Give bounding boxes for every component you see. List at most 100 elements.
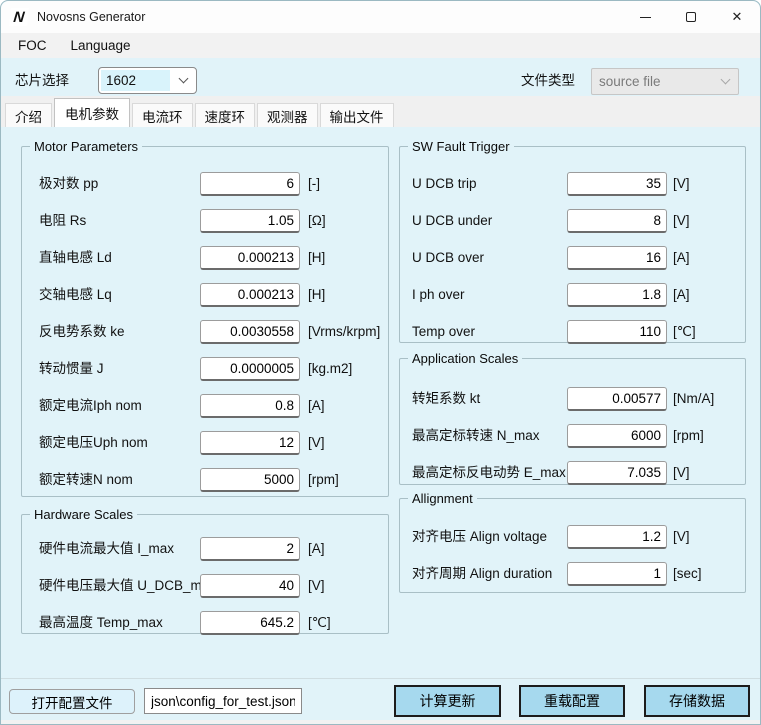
rs-input[interactable] xyxy=(200,209,300,233)
udcb-trip-input[interactable] xyxy=(567,172,667,196)
menubar: FOC Language xyxy=(1,33,760,58)
param-unit: [V] xyxy=(673,461,690,485)
param-label: 极对数 pp xyxy=(39,172,98,196)
param-unit: [Vrms/krpm] xyxy=(308,320,380,344)
param-unit: [Nm/A] xyxy=(673,387,714,411)
close-button[interactable]: ✕ xyxy=(714,1,760,33)
param-unit: [A] xyxy=(673,246,690,270)
temp-max-input[interactable] xyxy=(200,611,300,635)
maximize-button[interactable] xyxy=(668,1,714,33)
open-config-button[interactable]: 打开配置文件 xyxy=(9,689,135,714)
close-icon: ✕ xyxy=(732,9,743,25)
calc-update-button[interactable]: 计算更新 xyxy=(394,685,501,717)
udcb-max-input[interactable] xyxy=(200,574,300,598)
pp-input[interactable] xyxy=(200,172,300,196)
iph-over-input[interactable] xyxy=(567,283,667,307)
window-title: Novosns Generator xyxy=(37,10,145,24)
param-label: 电阻 Rs xyxy=(39,209,86,233)
group-alignment: Allignment 对齐电压 Align voltage [V] 对齐周期 A… xyxy=(399,491,746,593)
tab-speed-loop[interactable]: 速度环 xyxy=(195,103,256,127)
menu-foc[interactable]: FOC xyxy=(6,33,59,58)
param-row-align-voltage: 对齐电压 Align voltage [V] xyxy=(400,525,745,549)
param-unit: [-] xyxy=(308,172,320,196)
ld-input[interactable] xyxy=(200,246,300,270)
kt-input[interactable] xyxy=(567,387,667,411)
app-window: N Novosns Generator ✕ FOC Language 芯片选择 … xyxy=(0,0,761,725)
n-max-input[interactable] xyxy=(567,424,667,448)
param-row-iph-over: I ph over [A] xyxy=(400,283,745,307)
filetype-combobox[interactable]: source file xyxy=(591,68,739,95)
param-row-rs: 电阻 Rs [Ω] xyxy=(22,209,388,233)
menu-language[interactable]: Language xyxy=(59,33,143,58)
param-unit: [rpm] xyxy=(673,424,704,448)
param-unit: [V] xyxy=(673,525,690,549)
save-data-button[interactable]: 存储数据 xyxy=(644,685,750,717)
param-row-kt: 转矩系数 kt [Nm/A] xyxy=(400,387,745,411)
chevron-down-icon xyxy=(712,69,738,94)
titlebar: N Novosns Generator ✕ xyxy=(1,1,760,33)
novosns-logo-icon: N xyxy=(9,8,29,26)
tab-current-loop[interactable]: 电流环 xyxy=(132,103,193,127)
chip-select-value: 1602 xyxy=(101,70,170,91)
temp-over-input[interactable] xyxy=(567,320,667,344)
config-path-input[interactable] xyxy=(144,688,302,714)
tab-observer[interactable]: 观测器 xyxy=(257,103,318,127)
j-input[interactable] xyxy=(200,357,300,381)
param-label: U DCB over xyxy=(412,246,484,270)
param-label: 额定转速N nom xyxy=(39,468,133,492)
group-hardware-scales: Hardware Scales 硬件电流最大值 I_max [A] 硬件电压最大… xyxy=(21,507,389,634)
param-row-n-nom: 额定转速N nom [rpm] xyxy=(22,468,388,492)
group-motor-parameters: Motor Parameters 极对数 pp [-] 电阻 Rs [Ω] 直轴… xyxy=(21,139,389,497)
reload-config-button[interactable]: 重载配置 xyxy=(519,685,625,717)
tab-output-files[interactable]: 输出文件 xyxy=(320,103,394,127)
n-nom-input[interactable] xyxy=(200,468,300,492)
param-unit: [H] xyxy=(308,246,325,270)
param-row-udcb-under: U DCB under [V] xyxy=(400,209,745,233)
param-label: 交轴电感 Lq xyxy=(39,283,112,307)
group-hardware-scales-title: Hardware Scales xyxy=(30,507,137,522)
group-alignment-title: Allignment xyxy=(408,491,477,506)
param-row-ke: 反电势系数 ke [Vrms/krpm] xyxy=(22,320,388,344)
param-label: 硬件电流最大值 I_max xyxy=(39,537,174,561)
param-unit: [V] xyxy=(673,209,690,233)
param-label: 最高温度 Temp_max xyxy=(39,611,163,635)
param-row-lq: 交轴电感 Lq [H] xyxy=(22,283,388,307)
chip-select-label: 芯片选择 xyxy=(15,68,69,94)
group-application-scales-title: Application Scales xyxy=(408,351,522,366)
footer-divider xyxy=(1,678,760,679)
param-label: 对齐电压 Align voltage xyxy=(412,525,547,549)
param-unit: [A] xyxy=(308,537,325,561)
param-row-uph-nom: 额定电压Uph nom [V] xyxy=(22,431,388,455)
param-unit: [Ω] xyxy=(308,209,326,233)
udcb-over-input[interactable] xyxy=(567,246,667,270)
chip-select-combobox[interactable]: 1602 xyxy=(98,67,197,94)
ke-input[interactable] xyxy=(200,320,300,344)
uph-nom-input[interactable] xyxy=(200,431,300,455)
align-duration-input[interactable] xyxy=(567,562,667,586)
tabstrip: 介绍 电机参数 电流环 速度环 观测器 输出文件 xyxy=(1,96,760,127)
param-label: 转动惯量 J xyxy=(39,357,104,381)
param-unit: [sec] xyxy=(673,562,702,586)
param-row-ld: 直轴电感 Ld [H] xyxy=(22,246,388,270)
param-label: I ph over xyxy=(412,283,465,307)
param-label: U DCB under xyxy=(412,209,492,233)
param-row-udcb-over: U DCB over [A] xyxy=(400,246,745,270)
iph-nom-input[interactable] xyxy=(200,394,300,418)
param-row-temp-max: 最高温度 Temp_max [℃] xyxy=(22,611,388,635)
param-unit: [kg.m2] xyxy=(308,357,352,381)
param-unit: [V] xyxy=(308,431,325,455)
lq-input[interactable] xyxy=(200,283,300,307)
filetype-value: source file xyxy=(594,71,712,92)
e-max-input[interactable] xyxy=(567,461,667,485)
i-max-input[interactable] xyxy=(200,537,300,561)
udcb-under-input[interactable] xyxy=(567,209,667,233)
align-voltage-input[interactable] xyxy=(567,525,667,549)
param-label: 额定电压Uph nom xyxy=(39,431,148,455)
tab-motor-params[interactable]: 电机参数 xyxy=(54,98,130,127)
param-row-j: 转动惯量 J [kg.m2] xyxy=(22,357,388,381)
param-label: Temp over xyxy=(412,320,475,344)
tab-intro[interactable]: 介绍 xyxy=(5,103,52,127)
minimize-button[interactable] xyxy=(622,1,668,33)
param-row-temp-over: Temp over [℃] xyxy=(400,320,745,344)
param-unit: [℃] xyxy=(673,320,696,344)
